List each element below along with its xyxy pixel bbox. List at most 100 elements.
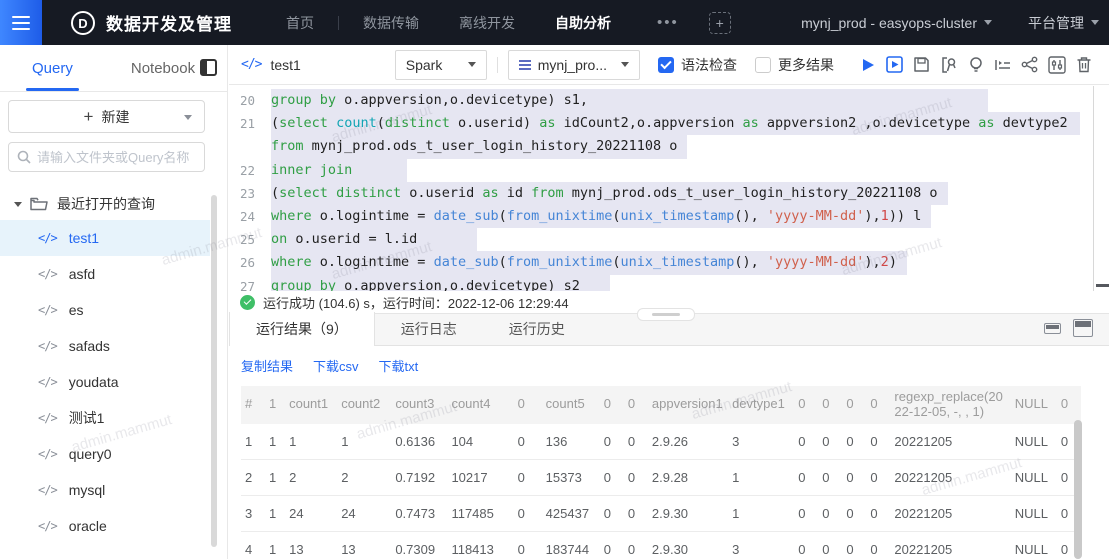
result-tab-2[interactable]: 运行历史 <box>483 312 591 345</box>
result-link-2[interactable]: 下载txt <box>379 356 419 375</box>
line-number: 26 <box>239 255 255 271</box>
table-cell: 0.7473 <box>391 495 448 533</box>
sidebar-item-asfd[interactable]: </> asfd <box>0 256 210 292</box>
run-selection-button[interactable] <box>881 53 908 77</box>
checkbox-unchecked-icon[interactable] <box>755 56 771 73</box>
table-cell: 13 <box>285 531 338 559</box>
divider <box>496 56 498 73</box>
result-actions: 复制结果 下载csv 下载txt <box>229 346 1109 384</box>
settings-sliders-button[interactable] <box>1043 53 1070 77</box>
editor-hscroll-thumb[interactable] <box>1096 284 1109 287</box>
sidebar-scrollbar[interactable] <box>211 195 217 547</box>
nav-item-0[interactable]: 首页 <box>286 13 314 33</box>
hamburger-menu-icon[interactable] <box>0 0 42 45</box>
tab-notebook[interactable]: Notebook <box>131 45 195 91</box>
result-link-1[interactable]: 下载csv <box>313 356 359 375</box>
table-cell: 0 <box>623 423 648 461</box>
panel-resize-handle[interactable] <box>637 308 695 321</box>
table-cell: 3 <box>728 531 795 559</box>
table-cell: 1 <box>265 531 286 559</box>
syntax-check-toggle[interactable]: 语法检查 <box>658 55 737 75</box>
database-select[interactable]: mynj_pro... <box>507 49 640 80</box>
table-cell: 0 <box>818 459 843 497</box>
column-header: count3 <box>391 386 448 424</box>
sql-editor[interactable]: 20 group by o.appversion,o.devicetype) s1… <box>229 86 1109 291</box>
table-cell: 0 <box>599 495 624 533</box>
table-cell: 0 <box>866 495 891 533</box>
folder-recent-queries[interactable]: 最近打开的查询 <box>0 188 210 220</box>
table-cell: 104 <box>447 423 514 461</box>
query-tab-test1[interactable]: </> test1 <box>241 57 301 73</box>
chevron-down-icon[interactable] <box>184 115 192 120</box>
more-menu-icon[interactable]: ••• <box>657 14 679 31</box>
editor-line-27: 27 group by o.appversion,o.devicetype) s2 <box>229 274 1109 291</box>
table-cell: 10217 <box>447 459 514 497</box>
sidebar-item-test1[interactable]: </> test1 <box>0 220 210 256</box>
sidebar-item-es[interactable]: </> es <box>0 292 210 328</box>
editor-line-25: 25 on o.userid = l.id <box>229 228 1109 252</box>
table-cell: 0 <box>866 459 891 497</box>
results-tabbar: 运行结果（9） 运行日志 运行历史 <box>229 308 1109 346</box>
result-link-0[interactable]: 复制结果 <box>241 356 293 375</box>
run-button[interactable] <box>854 53 881 77</box>
app-title: 数据开发及管理 <box>106 15 232 34</box>
column-header: 0 <box>513 386 542 424</box>
search-icon <box>17 150 31 164</box>
code-text: from mynj_prod.ods_t_user_login_history_… <box>271 135 688 159</box>
nav-item-3[interactable]: 自助分析 <box>555 13 611 33</box>
nav-menu: 首页 数据传输 离线开发 自助分析 <box>266 13 631 33</box>
table-row[interactable]: 3 1 24 24 0.7473 117485 0 425437 0 0 2.9.30 1 0 0 0 0 20… <box>241 495 1081 533</box>
sidebar-item-youdata[interactable]: </> youdata <box>0 364 210 400</box>
tab-query[interactable]: Query <box>26 45 79 91</box>
table-cell: 0 <box>513 531 542 559</box>
format-sql-button[interactable] <box>935 53 962 77</box>
table-cell: 4 <box>241 531 266 559</box>
result-tab-0[interactable]: 运行结果（9） <box>229 312 375 346</box>
table-row[interactable]: 2 1 2 2 0.7192 10217 0 15373 0 0 2.9.28 1 0 0 0 0 202212… <box>241 459 1081 497</box>
sidebar-item-测试1[interactable]: </> 测试1 <box>0 400 210 436</box>
sidebar-item-safads[interactable]: </> safads <box>0 328 210 364</box>
table-scrollbar[interactable] <box>1074 420 1082 559</box>
sidebar-item-mysql[interactable]: </> mysql <box>0 472 210 508</box>
column-header: count4 <box>447 386 514 424</box>
collapse-sidebar-icon[interactable] <box>200 59 217 76</box>
table-cell: 2 <box>241 459 266 497</box>
cluster-selector[interactable]: mynj_prod - easyops-cluster <box>801 15 992 31</box>
sidebar-tabs: Query Notebook <box>0 45 227 92</box>
save-button[interactable] <box>908 53 935 77</box>
result-table: #1 count1 count2 count3 count4 0 count5 0 0 appve… <box>241 386 1081 559</box>
table-cell: NULL <box>1010 495 1057 533</box>
lightbulb-icon[interactable] <box>962 53 989 77</box>
add-workspace-icon[interactable]: + <box>708 11 731 34</box>
table-cell: 0.6136 <box>391 423 448 461</box>
result-tab-1[interactable]: 运行日志 <box>375 312 483 345</box>
share-button[interactable] <box>1016 53 1043 77</box>
item-label: oracle <box>68 518 107 534</box>
query-list: </> test1 </> asfd </> es </> safads </> youdata <… <box>0 220 210 544</box>
table-cell: 0 <box>513 459 542 497</box>
expand-panel-icon[interactable] <box>1073 319 1093 337</box>
checkbox-checked-icon[interactable] <box>658 56 674 73</box>
editor-line-26: 26 where o.logintime = date_sub(from_unix… <box>229 251 1109 275</box>
nav-item-1[interactable]: 数据传输 <box>363 13 419 33</box>
nav-item-2[interactable]: 离线开发 <box>459 13 515 33</box>
table-cell: 0 <box>513 423 542 461</box>
item-label: youdata <box>68 374 119 390</box>
table-cell: 20221205 <box>890 459 1011 497</box>
engine-select[interactable]: Spark <box>394 49 487 80</box>
table-cell: 0 <box>818 423 843 461</box>
table-cell: 0 <box>599 423 624 461</box>
more-results-toggle[interactable]: 更多结果 <box>755 55 834 75</box>
sidebar-item-query0[interactable]: </> query0 <box>0 436 210 472</box>
delete-button[interactable] <box>1070 53 1097 77</box>
table-row[interactable]: 1 1 1 1 0.6136 104 0 136 0 0 2.9.26 3 0 0 0 0 20221205 NU… <box>241 423 1081 461</box>
platform-admin-menu[interactable]: 平台管理 <box>1028 13 1099 33</box>
search-input[interactable] <box>37 149 196 165</box>
sidebar-item-oracle[interactable]: </> oracle <box>0 508 210 544</box>
execution-plan-button[interactable] <box>989 53 1016 77</box>
collapse-panel-icon[interactable] <box>1044 323 1061 334</box>
app-logo-icon: D <box>70 10 96 36</box>
new-query-button[interactable]: + 新建 <box>8 100 205 133</box>
table-cell: 0 <box>599 531 624 559</box>
table-row[interactable]: 4 1 13 13 0.7309 118413 0 183744 0 0 2.9.30 3 0 0 0 0 20… <box>241 531 1081 559</box>
